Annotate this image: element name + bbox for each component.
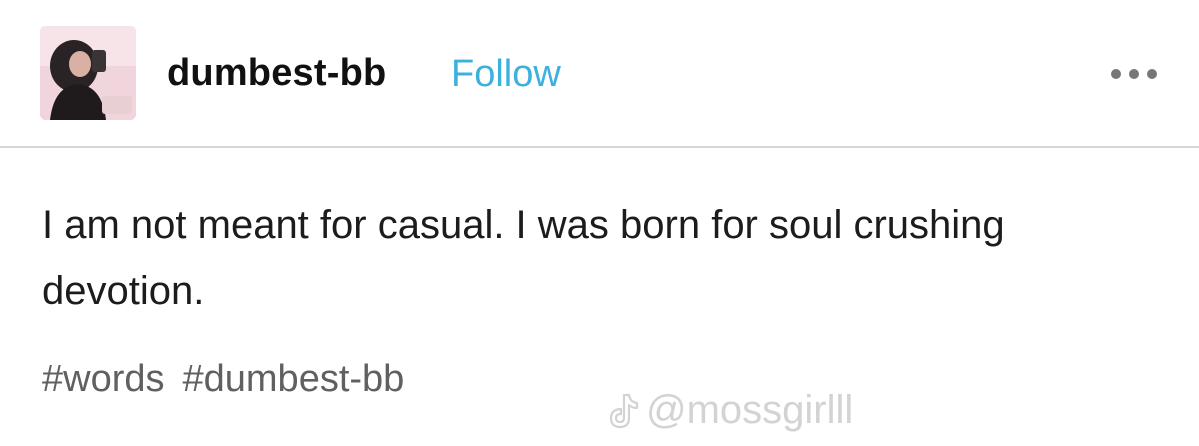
watermark-handle: @mossgirlll — [646, 388, 854, 432]
post-header: dumbest-bb Follow — [0, 0, 1199, 146]
post-body-text: I am not meant for casual. I was born fo… — [42, 203, 1005, 313]
tag-list: #words #dumbest-bb — [42, 358, 422, 401]
header-divider — [0, 146, 1199, 148]
tag-link[interactable]: #dumbest-bb — [183, 358, 405, 400]
tag-link[interactable]: #words — [42, 358, 165, 400]
follow-button[interactable]: Follow — [451, 53, 561, 96]
avatar[interactable] — [40, 26, 136, 120]
avatar-image — [40, 26, 136, 120]
post-card: dumbest-bb Follow I am not meant for cas… — [0, 0, 1199, 446]
more-options-button[interactable] — [1108, 62, 1168, 86]
watermark: @mossgirlll — [604, 388, 853, 433]
ellipsis-icon — [1111, 69, 1157, 79]
username[interactable]: dumbest-bb — [167, 52, 386, 95]
tiktok-icon — [609, 393, 639, 428]
